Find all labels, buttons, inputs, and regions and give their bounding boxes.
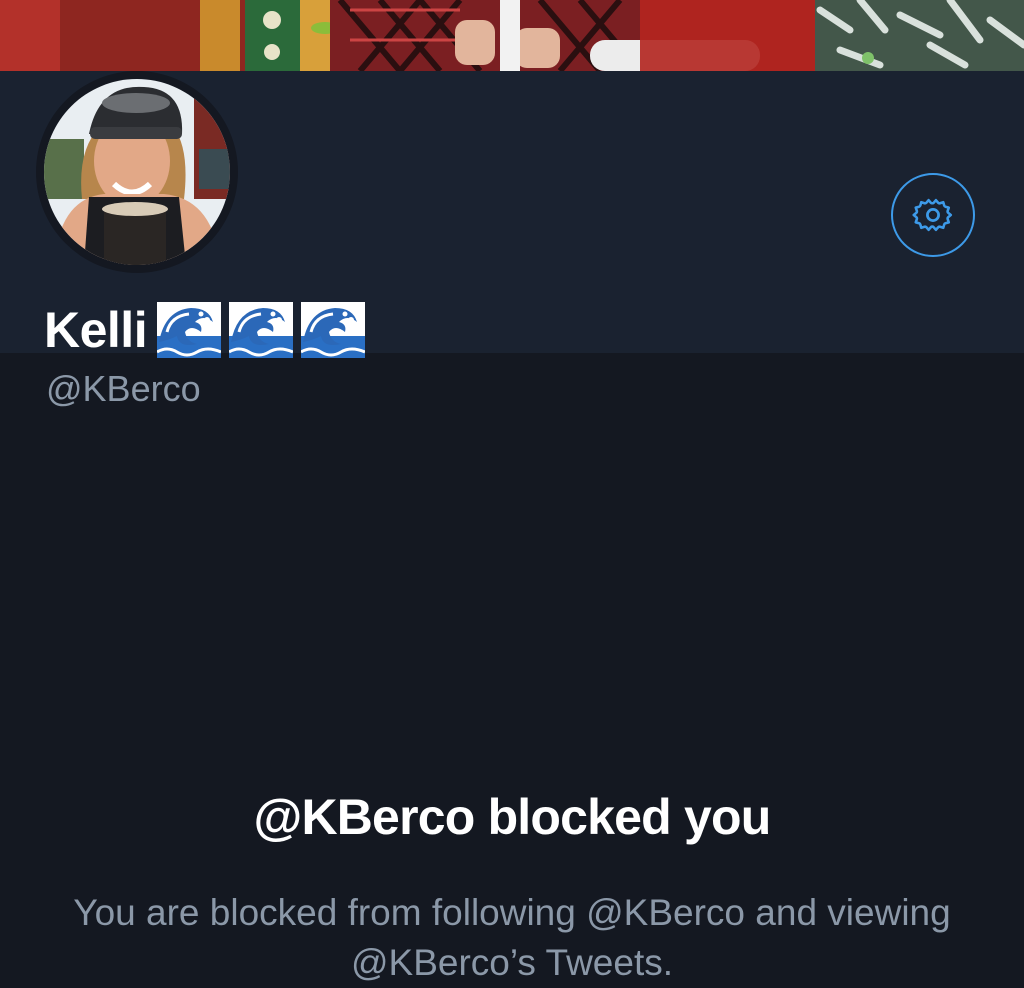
water-wave-icon [157, 302, 222, 358]
settings-button[interactable] [891, 173, 975, 257]
profile-page: Kelli @KBerco @KBerco blocked you You ar… [0, 0, 1024, 988]
blocked-title: @KBerco blocked you [253, 789, 771, 845]
gear-icon [912, 198, 953, 232]
display-name-text: Kelli [44, 302, 148, 358]
header-banner-image[interactable] [0, 0, 1024, 71]
water-wave-icon [301, 302, 366, 358]
name-emoji-group [157, 302, 366, 358]
blocked-description: You are blocked from following @KBerco a… [73, 892, 951, 983]
water-wave-icon [229, 302, 294, 358]
profile-handle: @KBerco [46, 368, 201, 409]
profile-avatar[interactable] [36, 71, 238, 273]
profile-header: Kelli @KBerco [0, 71, 1024, 409]
display-name: Kelli [44, 299, 366, 361]
